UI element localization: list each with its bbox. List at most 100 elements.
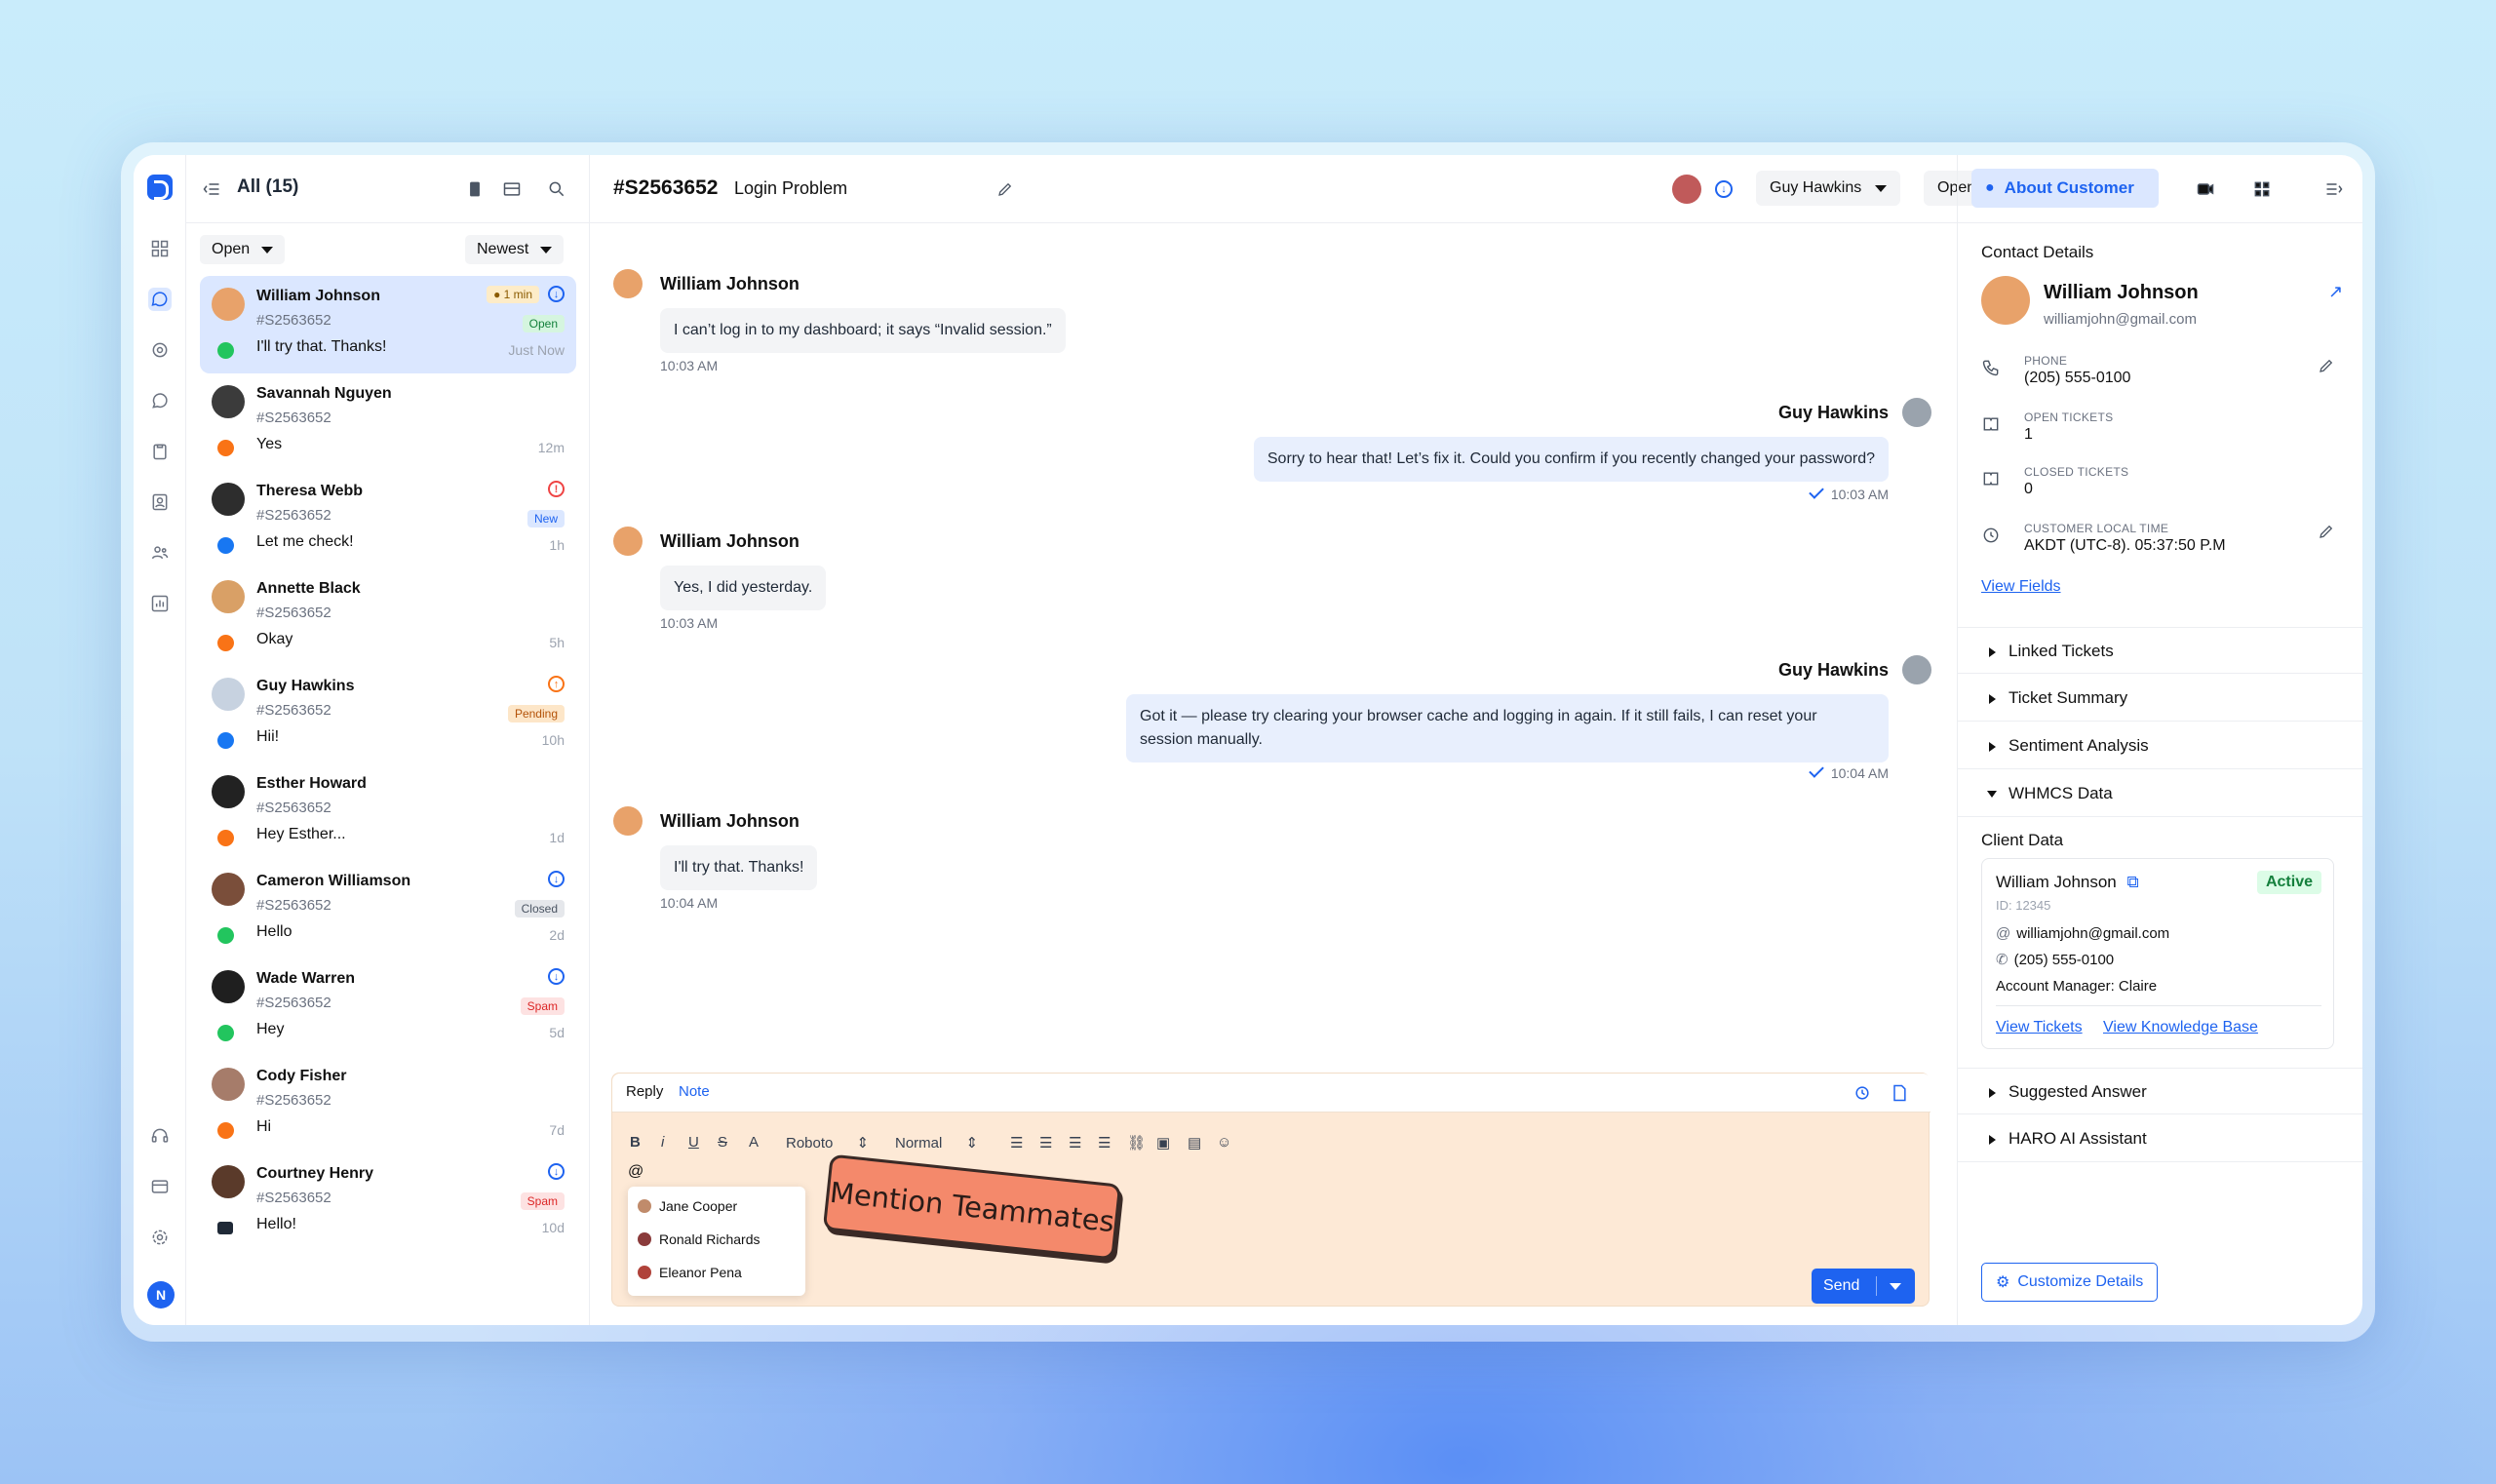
app-logo[interactable] — [147, 175, 173, 200]
ticket-id: #S2563652 — [256, 800, 332, 816]
accordion-ticket-summary[interactable]: Ticket Summary — [1958, 675, 2362, 722]
settings-gear-icon[interactable] — [148, 1226, 172, 1249]
last-message: Hello! — [256, 1216, 296, 1232]
accordion-sentiment-analysis[interactable]: Sentiment Analysis — [1958, 722, 2362, 769]
link-icon[interactable]: ⛓ — [1127, 1134, 1146, 1152]
assign-arrow-icon[interactable]: ↓ — [1715, 180, 1733, 198]
tab-reply[interactable]: Reply — [626, 1083, 663, 1100]
split-view-icon[interactable] — [498, 176, 526, 203]
avatar — [212, 288, 245, 321]
mention-option[interactable]: Jane Cooper — [638, 1198, 737, 1214]
emoji-icon[interactable]: ☺ — [1217, 1134, 1231, 1151]
underline-button[interactable]: U — [688, 1134, 699, 1151]
compact-view-icon[interactable] — [461, 176, 488, 203]
video-icon[interactable] — [2192, 176, 2219, 203]
list-item[interactable]: Guy Hawkins #S2563652 Hii! 10h ↑ Pending — [200, 666, 576, 763]
bold-button[interactable]: B — [630, 1134, 641, 1151]
open-external-icon[interactable]: ⧉ — [2127, 873, 2139, 891]
view-knowledge-base-link[interactable]: View Knowledge Base — [2103, 1019, 2258, 1036]
text-color-button[interactable]: A — [749, 1134, 759, 1151]
indent-left-icon[interactable]: ☰ — [1069, 1134, 1081, 1152]
avatar — [212, 483, 245, 516]
message-time: 10:03 AM — [660, 615, 719, 631]
chat-icon — [217, 635, 234, 651]
customize-details-button[interactable]: ⚙ Customize Details — [1981, 1263, 2159, 1302]
target-icon[interactable] — [148, 338, 172, 362]
strikethrough-button[interactable]: S — [718, 1134, 727, 1151]
message-line: session manually. — [1140, 731, 1263, 748]
contact-name: Theresa Webb — [256, 483, 364, 499]
avatar — [212, 1068, 245, 1101]
accordion-whmcs-data[interactable]: WHMCS Data — [1958, 770, 2362, 817]
collapse-sidebar-icon[interactable] — [2320, 176, 2348, 203]
conversations-icon[interactable] — [148, 288, 172, 311]
contact-card-icon[interactable] — [148, 490, 172, 514]
dashboard-icon[interactable] — [148, 237, 172, 260]
chevron-down-icon[interactable] — [1890, 1283, 1901, 1290]
customer-avatar — [613, 527, 643, 556]
users-icon[interactable] — [148, 541, 172, 565]
support-headset-icon[interactable] — [148, 1124, 172, 1148]
mention-option[interactable]: Eleanor Pena — [638, 1265, 742, 1280]
mention-option[interactable]: Ronald Richards — [638, 1231, 760, 1247]
edit-time-pencil-icon[interactable] — [2313, 518, 2340, 545]
caret-right-icon — [1989, 742, 1996, 752]
whatsapp-icon[interactable] — [148, 389, 172, 412]
search-icon[interactable] — [543, 176, 570, 203]
message-bubble: I'll try that. Thanks! — [660, 845, 818, 890]
nav-rail: N — [134, 155, 186, 1325]
template-doc-icon[interactable] — [1886, 1079, 1913, 1107]
apps-grid-icon[interactable] — [2248, 176, 2276, 203]
indent-right-icon[interactable]: ☰ — [1098, 1134, 1111, 1152]
avatar — [212, 678, 245, 711]
list-item[interactable]: Cody Fisher #S2563652 Hi 7d — [200, 1056, 576, 1153]
list-item[interactable]: Wade Warren #S2563652 Hey 5d ↓ Spam — [200, 958, 576, 1056]
customize-label: Customize Details — [2017, 1273, 2144, 1290]
message-time: Just Now — [508, 342, 565, 358]
view-tickets-link[interactable]: View Tickets — [1996, 1019, 2083, 1036]
message-time: 12m — [537, 440, 565, 455]
reports-icon[interactable] — [148, 592, 172, 615]
billing-card-icon[interactable] — [148, 1175, 172, 1198]
chevron-down-icon — [1875, 184, 1888, 192]
status-filter-dropdown[interactable]: Open — [200, 235, 286, 264]
font-select[interactable]: Roboto ⇕ — [786, 1134, 869, 1152]
italic-button[interactable]: i — [661, 1134, 664, 1151]
collapse-list-icon[interactable] — [198, 176, 225, 203]
bullet-list-icon[interactable]: ☰ — [1039, 1134, 1052, 1152]
list-item[interactable]: Cameron Williamson #S2563652 Hello 2d ↓ … — [200, 861, 576, 958]
view-fields-link[interactable]: View Fields — [1981, 578, 2061, 596]
composer-input[interactable]: @ — [628, 1163, 644, 1181]
tab-about-customer[interactable]: ● About Customer — [1971, 169, 2159, 208]
send-button[interactable]: Send — [1812, 1269, 1915, 1304]
external-link-icon[interactable]: ↗ — [2328, 282, 2343, 302]
clipboard-icon[interactable] — [148, 440, 172, 463]
accordion-linked-tickets[interactable]: Linked Tickets — [1958, 627, 2362, 674]
accordion-suggested-answer[interactable]: Suggested Answer — [1958, 1068, 2362, 1114]
ai-refresh-icon[interactable] — [1849, 1079, 1876, 1107]
list-item[interactable]: William Johnson #S2563652 I'll try that.… — [200, 276, 576, 373]
tab-note[interactable]: Note — [679, 1083, 710, 1100]
assignee-dropdown[interactable]: Guy Hawkins — [1756, 171, 1901, 206]
gif-icon[interactable]: ▤ — [1188, 1134, 1201, 1152]
list-item[interactable]: Esther Howard #S2563652 Hey Esther... 1d — [200, 763, 576, 861]
sort-dropdown[interactable]: Newest — [465, 235, 565, 264]
client-phone: (205) 555-0100 — [2013, 952, 2115, 968]
list-item[interactable]: Courtney Henry #S2563652 Hello! 10d ↓ Sp… — [200, 1153, 576, 1251]
status-badge: New — [526, 510, 565, 527]
assigned-icon: ↓ — [548, 968, 565, 985]
accordion-haro-ai[interactable]: HARO AI Assistant — [1958, 1115, 2362, 1162]
edit-subject-pencil-icon[interactable] — [992, 176, 1019, 203]
list-item[interactable]: Theresa Webb #S2563652 Let me check! 1h … — [200, 471, 576, 568]
status-badge: Spam — [520, 1192, 565, 1210]
user-avatar[interactable]: N — [147, 1281, 175, 1308]
list-item[interactable]: Savannah Nguyen #S2563652 Yes 12m — [200, 373, 576, 471]
contact-name: Esther Howard — [256, 775, 367, 792]
customer-avatar — [1981, 276, 2030, 325]
ordered-list-icon[interactable]: ☰ — [1010, 1134, 1023, 1152]
image-icon[interactable]: ▣ — [1156, 1134, 1170, 1152]
list-item[interactable]: Annette Black #S2563652 Okay 5h — [200, 568, 576, 666]
contact-name: Annette Black — [256, 580, 361, 597]
edit-phone-pencil-icon[interactable] — [2313, 352, 2340, 379]
size-select[interactable]: Normal ⇕ — [895, 1134, 978, 1152]
